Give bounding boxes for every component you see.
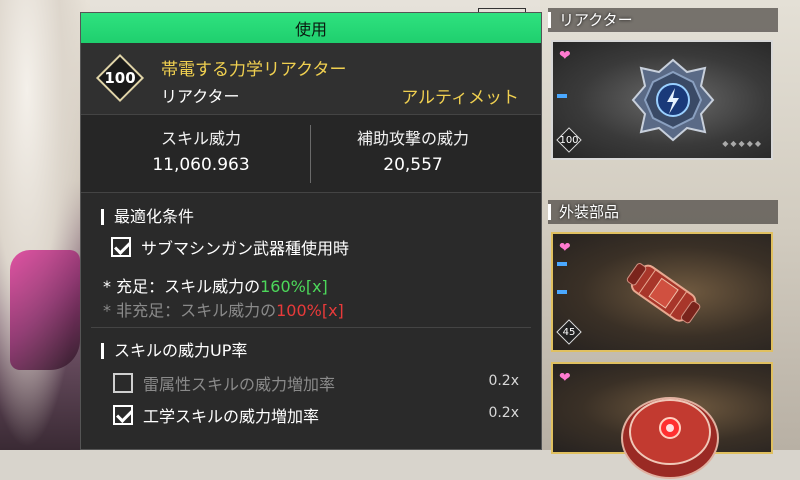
optimization-checkbox[interactable]	[111, 237, 131, 257]
stat-support-power-label: 補助攻撃の威力	[356, 129, 469, 148]
condition-unmet-line: * 非充足：スキル威力の100%[x]	[103, 297, 344, 321]
condition-met-prefix: * 充足：スキル威力の	[103, 277, 261, 296]
favorite-heart-icon: ❤	[559, 370, 571, 386]
skill-up-value-1: 0.2x	[488, 373, 519, 389]
skill-up-title: スキルの威力UP率	[101, 343, 247, 359]
skill-up-label-2: 工学スキルの威力増加率	[143, 407, 320, 426]
reactor-card-dots: ◆◆◆◆◆	[722, 139, 763, 148]
reactor-card-level-value: 100	[559, 134, 579, 146]
stat-support-power-value: 20,557	[383, 155, 443, 175]
skill-up-row-2[interactable]: 工学スキルの威力増加率	[113, 403, 319, 427]
stat-skill-power-value: 11,060.963	[152, 155, 250, 175]
use-header-button[interactable]: 使用	[81, 13, 541, 43]
reactor-card-level: 100	[556, 127, 582, 153]
item-level-badge: 100	[95, 53, 145, 103]
stat-support-power: 補助攻撃の威力 20,557	[313, 125, 513, 175]
optimization-title: 最適化条件	[101, 209, 194, 225]
reactor-category-title: リアクター	[548, 12, 633, 28]
stat-divider	[310, 125, 311, 183]
equip-marker-icon	[557, 94, 567, 98]
stat-skill-power: スキル威力 11,060.963	[101, 125, 301, 175]
item-type: リアクター	[161, 87, 240, 106]
stat-skill-power-label: スキル威力	[160, 129, 241, 148]
parts-card-2[interactable]: ❤	[551, 362, 773, 479]
reactor-card[interactable]: ❤ 100 ◆◆◆◆◆	[551, 40, 773, 160]
item-stats: スキル威力 11,060.963 補助攻撃の威力 20,557	[81, 115, 541, 193]
skill-up-checkbox-2[interactable]	[113, 405, 133, 425]
favorite-heart-icon: ❤	[559, 48, 571, 64]
optimization-condition-label: サブマシンガン武器種使用時	[141, 239, 350, 258]
item-detail-panel: 使用 100 帯電する力学リアクター リアクター アルティメット スキル威力 1…	[80, 12, 542, 450]
parts-card-1[interactable]: ❤ 45	[551, 232, 773, 352]
disc-part-icon	[621, 397, 719, 479]
skill-up-value-2: 0.2x	[488, 405, 519, 421]
item-name: 帯電する力学リアクター	[161, 60, 347, 80]
reactor-item-icon	[631, 58, 715, 142]
conditions-section: 最適化条件 サブマシンガン武器種使用時 * 充足：スキル威力の160%[x] *…	[81, 193, 541, 449]
section-divider	[91, 327, 531, 328]
skill-up-checkbox-1[interactable]	[113, 373, 133, 393]
item-rarity: アルティメット	[401, 88, 519, 108]
item-level-value: 100	[104, 69, 136, 87]
condition-unmet-prefix: * 非充足：スキル威力の	[103, 301, 277, 320]
condition-met-line: * 充足：スキル威力の160%[x]	[103, 273, 328, 297]
condition-unmet-value: 100%[x]	[276, 301, 344, 320]
condition-met-value: 160%[x]	[260, 277, 328, 296]
cylinder-part-icon	[626, 263, 701, 324]
equip-marker-icon	[557, 262, 567, 266]
parts-card-1-level: 45	[556, 319, 582, 345]
skill-up-label-1: 雷属性スキルの威力増加率	[143, 375, 336, 394]
inventory-column: リアクター ❤ 100 ◆◆◆◆◆ 外装部品 ❤ 45 ❤	[548, 8, 778, 479]
use-header-label: 使用	[294, 20, 327, 39]
optimization-condition-row[interactable]: サブマシンガン武器種使用時	[111, 235, 349, 259]
parts-category-title: 外装部品	[548, 204, 619, 220]
skill-up-row-1[interactable]: 雷属性スキルの威力増加率	[113, 371, 335, 395]
favorite-heart-icon: ❤	[559, 240, 571, 256]
background-character	[0, 0, 90, 450]
item-summary: 100 帯電する力学リアクター リアクター アルティメット	[81, 43, 541, 115]
parts-card-1-level-value: 45	[562, 326, 576, 338]
equip-marker-icon	[557, 290, 567, 294]
